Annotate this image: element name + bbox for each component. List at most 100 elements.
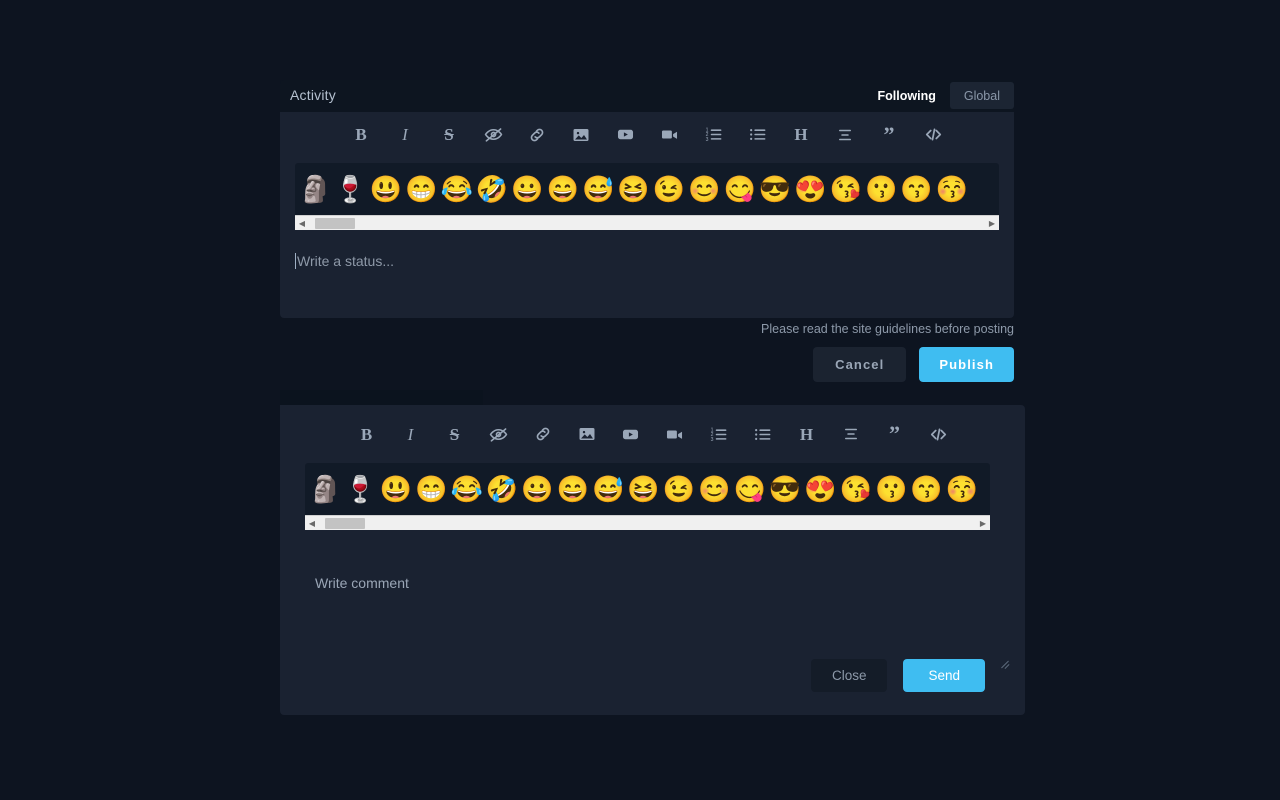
emoji-kissing-face-smiling-eyes[interactable]: 😙 (910, 476, 942, 502)
bold-icon[interactable]: B (345, 412, 389, 457)
emoji-face-with-tears-of-joy[interactable]: 😂 (441, 176, 473, 202)
emoji-winking-face[interactable]: 😉 (663, 476, 695, 502)
emoji-squinting-face-with-tongue[interactable]: 😆 (617, 176, 649, 202)
emoji-grinning-face-with-sweat[interactable]: 😅 (592, 476, 624, 502)
text-caret (295, 253, 296, 269)
youtube-icon[interactable] (609, 412, 653, 457)
bullet-list-icon[interactable] (735, 112, 779, 157)
youtube-icon[interactable] (603, 112, 647, 157)
heading-icon[interactable]: H (785, 412, 829, 457)
link-icon[interactable] (521, 412, 565, 457)
emoji-smiling-face-smiling-eyes[interactable]: 😊 (698, 476, 730, 502)
emoji-wine-glass[interactable]: 🍷 (344, 476, 376, 502)
video-icon[interactable] (647, 112, 691, 157)
emoji-strip[interactable]: 🗿 🍷 😃 😁 😂 🤣 😀 😄 😅 😆 😉 😊 😋 😎 😍 😘 😗 😙 😚 (295, 163, 999, 215)
emoji-smiling-face-with-sunglasses[interactable]: 😎 (759, 176, 791, 202)
link-icon[interactable] (515, 112, 559, 157)
code-icon[interactable] (917, 412, 961, 457)
status-editor-body: 🗿 🍷 😃 😁 😂 🤣 😀 😄 😅 😆 😉 😊 😋 😎 😍 😘 😗 😙 😚 ◀ ▶ Write a status..… (280, 157, 1014, 318)
emoji-face-with-tears-of-joy[interactable]: 😂 (451, 476, 483, 502)
send-button[interactable]: Send (903, 659, 985, 692)
video-icon[interactable] (653, 412, 697, 457)
scroll-right-arrow-icon[interactable]: ▶ (985, 216, 999, 231)
emoji-beaming-face[interactable]: 😁 (415, 476, 447, 502)
comment-placeholder: Write comment (315, 575, 409, 591)
bold-icon[interactable]: B (339, 112, 383, 157)
scrollbar-thumb[interactable] (325, 517, 365, 529)
feed-tabs: Following Global (864, 82, 1014, 109)
emoji-rolling-on-the-floor-laughing[interactable]: 🤣 (476, 176, 508, 202)
tab-following[interactable]: Following (864, 82, 950, 109)
strikethrough-icon[interactable]: S (433, 412, 477, 457)
spoiler-eye-off-icon[interactable] (471, 112, 515, 157)
publish-button[interactable]: Publish (919, 347, 1014, 382)
scrollbar-thumb[interactable] (315, 217, 355, 229)
spoiler-eye-off-icon[interactable] (477, 412, 521, 457)
emoji-smiling-face-with-sunglasses[interactable]: 😎 (769, 476, 801, 502)
page-title: Activity (290, 87, 336, 103)
code-icon[interactable] (911, 112, 955, 157)
status-placeholder: Write a status... (297, 253, 394, 269)
strikethrough-icon[interactable]: S (427, 112, 471, 157)
ordered-list-icon[interactable]: 1 2 3 (691, 112, 735, 157)
emoji-strip[interactable]: 🗿 🍷 😃 😁 😂 🤣 😀 😄 😅 😆 😉 😊 😋 😎 😍 😘 😗 😙 😚 (305, 463, 990, 515)
scroll-left-arrow-icon[interactable]: ◀ (295, 216, 309, 231)
emoji-grinning-face[interactable]: 😀 (511, 176, 543, 202)
app-root: Activity Following Global B I S 1 2 3 H … (0, 0, 1280, 800)
emoji-moai[interactable]: 🗿 (309, 476, 341, 502)
scrollbar-track[interactable] (319, 516, 976, 531)
align-center-icon[interactable] (829, 412, 873, 457)
emoji-squinting-face-with-tongue[interactable]: 😆 (627, 476, 659, 502)
emoji-face-savoring-food[interactable]: 😋 (734, 476, 766, 502)
italic-icon[interactable]: I (383, 112, 427, 157)
emoji-face-blowing-a-kiss[interactable]: 😘 (830, 176, 862, 202)
emoji-face-blowing-a-kiss[interactable]: 😘 (840, 476, 872, 502)
emoji-rolling-on-the-floor-laughing[interactable]: 🤣 (486, 476, 518, 502)
emoji-face-savoring-food[interactable]: 😋 (724, 176, 756, 202)
emoji-smiling-face-smiling-eyes[interactable]: 😊 (688, 176, 720, 202)
bullet-list-icon[interactable] (741, 412, 785, 457)
emoji-kissing-face-closed-eyes[interactable]: 😚 (946, 476, 978, 502)
image-icon[interactable] (565, 412, 609, 457)
emoji-winking-face[interactable]: 😉 (653, 176, 685, 202)
cancel-button[interactable]: Cancel (813, 347, 907, 382)
comment-panel: B I S 1 2 3 H ” 🗿 🍷 😃 😁 😂 🤣 😀 😄 😅 😆 😉 😊 … (280, 405, 1025, 715)
post-card-edge (280, 390, 483, 406)
quote-icon[interactable]: ” (867, 112, 911, 157)
emoji-grinning-face-big-eyes[interactable]: 😃 (380, 476, 412, 502)
textarea-resize-handle[interactable] (1000, 657, 1010, 667)
align-center-icon[interactable] (823, 112, 867, 157)
emoji-grinning-face-smiling-eyes[interactable]: 😄 (547, 176, 579, 202)
close-button[interactable]: Close (810, 659, 888, 692)
emoji-beaming-face[interactable]: 😁 (405, 176, 437, 202)
emoji-horizontal-scrollbar[interactable]: ◀ ▶ (295, 215, 999, 230)
image-icon[interactable] (559, 112, 603, 157)
scrollbar-track[interactable] (309, 216, 985, 231)
svg-text:3: 3 (711, 436, 714, 442)
emoji-grinning-face-big-eyes[interactable]: 😃 (370, 176, 402, 202)
emoji-horizontal-scrollbar[interactable]: ◀ ▶ (305, 515, 990, 530)
emoji-smiling-face-with-heart-eyes[interactable]: 😍 (804, 476, 836, 502)
status-editor-toolbar: B I S 1 2 3 H ” (280, 112, 1014, 157)
tab-global[interactable]: Global (949, 82, 1014, 109)
quote-icon[interactable]: ” (873, 412, 917, 457)
emoji-kissing-face-closed-eyes[interactable]: 😚 (936, 176, 968, 202)
emoji-wine-glass[interactable]: 🍷 (334, 176, 366, 202)
guidelines-note: Please read the site guidelines before p… (761, 322, 1014, 336)
ordered-list-icon[interactable]: 1 2 3 (697, 412, 741, 457)
scroll-right-arrow-icon[interactable]: ▶ (976, 516, 990, 531)
emoji-smiling-face-with-heart-eyes[interactable]: 😍 (794, 176, 826, 202)
emoji-kissing-face-smiling-eyes[interactable]: 😙 (900, 176, 932, 202)
emoji-grinning-face-with-sweat[interactable]: 😅 (582, 176, 614, 202)
heading-icon[interactable]: H (779, 112, 823, 157)
comment-editor-toolbar: B I S 1 2 3 H ” (280, 405, 1025, 463)
status-input[interactable]: Write a status... (295, 253, 999, 269)
emoji-grinning-face-smiling-eyes[interactable]: 😄 (557, 476, 589, 502)
emoji-grinning-face[interactable]: 😀 (521, 476, 553, 502)
scroll-left-arrow-icon[interactable]: ◀ (305, 516, 319, 531)
emoji-moai[interactable]: 🗿 (299, 176, 331, 202)
emoji-kissing-face[interactable]: 😗 (875, 476, 907, 502)
emoji-kissing-face[interactable]: 😗 (865, 176, 897, 202)
italic-icon[interactable]: I (389, 412, 433, 457)
comment-input[interactable]: Write comment (280, 565, 1025, 670)
